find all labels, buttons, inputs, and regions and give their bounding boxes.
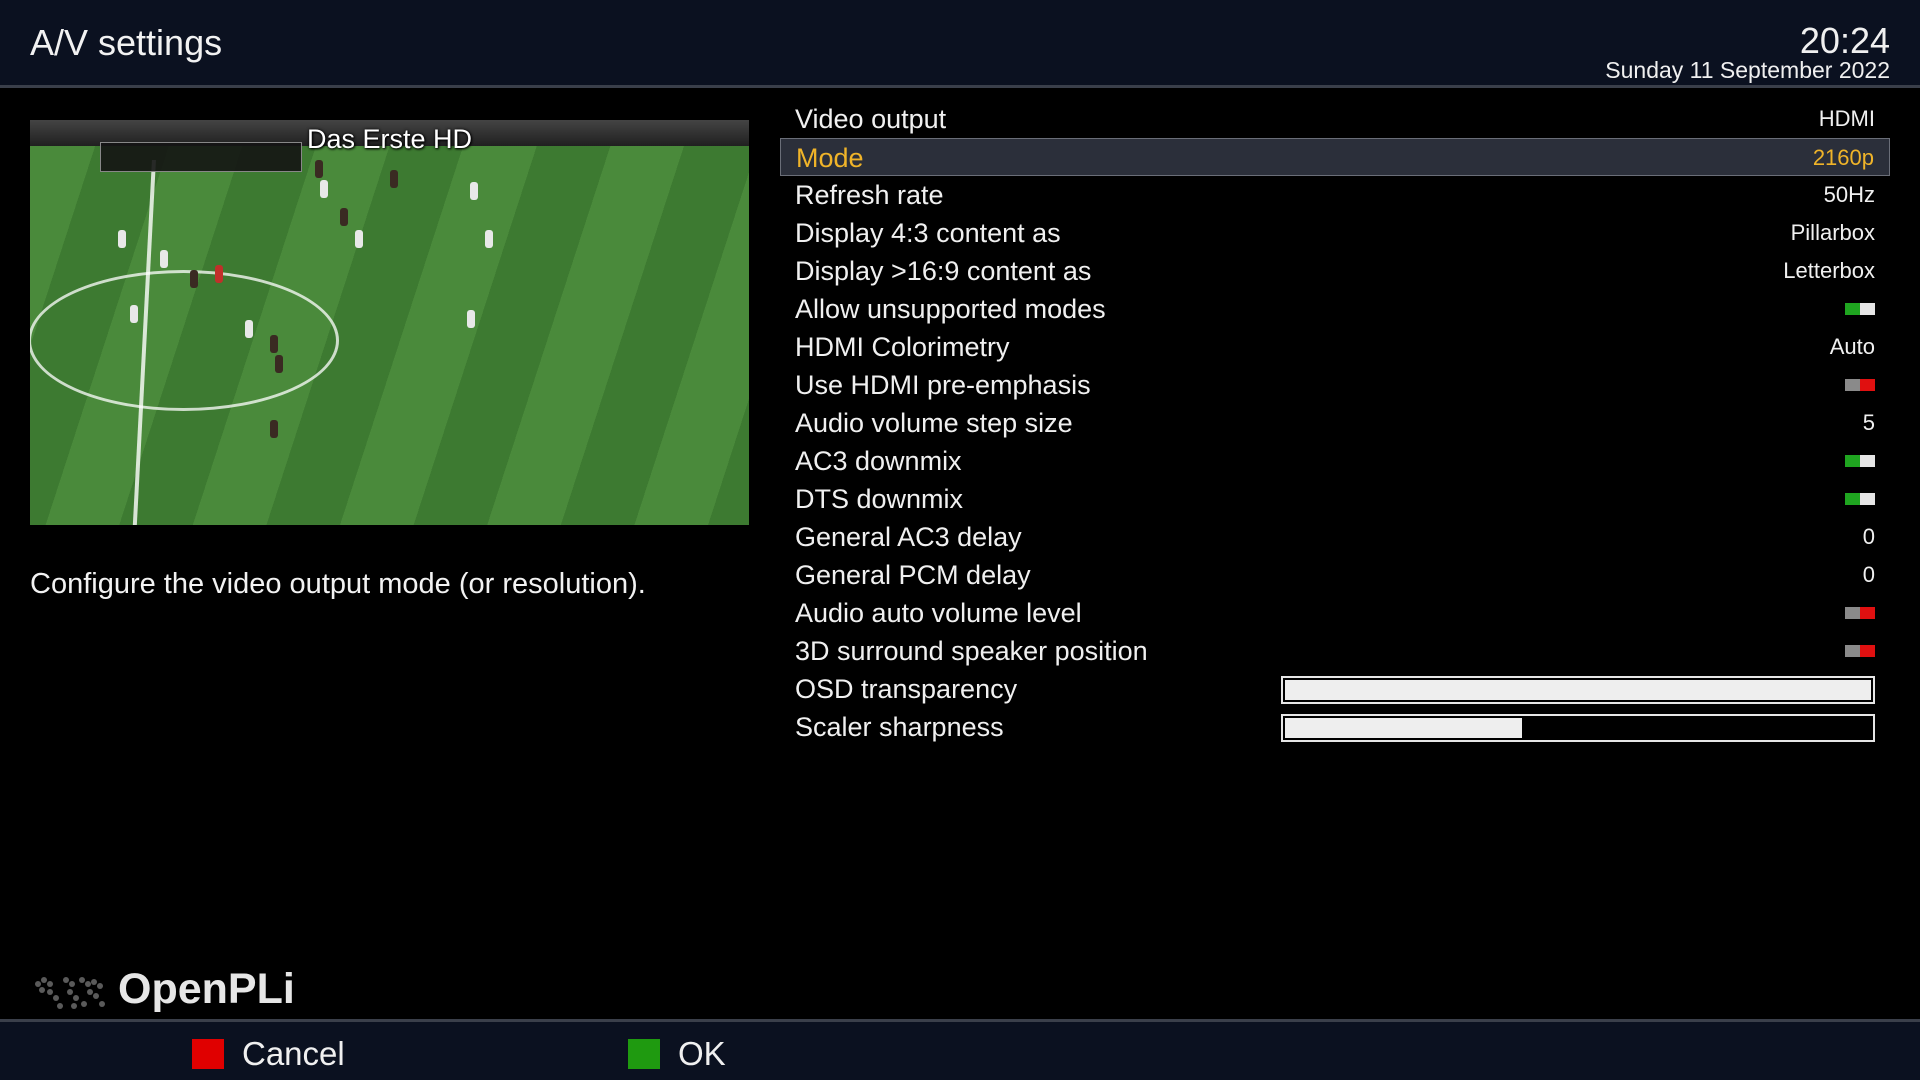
setting-label: 3D surround speaker position (795, 636, 1148, 666)
settings-row[interactable]: Audio auto volume level (780, 594, 1890, 632)
logo-text: OpenPLi (118, 965, 295, 1013)
toggle-off-icon (1845, 607, 1875, 619)
setting-label: Video output (795, 104, 947, 134)
green-key-icon (628, 1039, 660, 1069)
setting-value: 2160p (1812, 145, 1874, 170)
setting-value: 50Hz (1823, 182, 1875, 207)
channel-name: Das Erste HD (306, 124, 473, 154)
settings-row[interactable]: Display 4:3 content as Pillarbox (780, 214, 1890, 252)
player-figure (275, 355, 283, 373)
setting-label: General AC3 delay (795, 522, 1022, 552)
clock-time: 20:24 (1799, 20, 1890, 61)
setting-label: Audio auto volume level (795, 598, 1082, 628)
setting-label: General PCM delay (795, 560, 1031, 590)
help-text: Configure the video output mode (or reso… (30, 568, 646, 600)
settings-list: Video output HDMI Mode 2160p Refresh rate 50H… (780, 100, 1890, 746)
player-figure (470, 182, 478, 200)
settings-row[interactable]: AC3 downmix (780, 442, 1890, 480)
settings-row[interactable]: General PCM delay 0 (780, 556, 1890, 594)
player-figure (270, 335, 278, 353)
setting-label: Scaler sharpness (795, 712, 1004, 742)
video-preview: Das Erste HD (30, 120, 749, 525)
player-figure (160, 250, 168, 268)
slider-fill (1285, 680, 1871, 700)
footer-bar: Cancel OK (0, 1019, 1920, 1080)
setting-value: 0 (1862, 562, 1875, 587)
setting-label: Refresh rate (795, 180, 944, 210)
setting-value: Letterbox (1783, 258, 1875, 283)
settings-row[interactable]: Refresh rate 50Hz (780, 176, 1890, 214)
setting-value: Auto (1829, 334, 1875, 359)
settings-row[interactable]: Video output HDMI (780, 100, 1890, 138)
settings-row[interactable]: Mode 2160p (780, 138, 1890, 176)
settings-row[interactable]: OSD transparency (780, 670, 1890, 708)
cancel-button[interactable]: Cancel (192, 1035, 345, 1073)
setting-slider[interactable] (1281, 714, 1875, 742)
setting-label: Display >16:9 content as (795, 256, 1092, 286)
setting-label: Use HDMI pre-emphasis (795, 370, 1091, 400)
settings-row[interactable]: Scaler sharpness (780, 708, 1890, 746)
player-figure (355, 230, 363, 248)
setting-label: OSD transparency (795, 674, 1018, 704)
settings-row[interactable]: 3D surround speaker position (780, 632, 1890, 670)
setting-label: Allow unsupported modes (795, 294, 1106, 324)
settings-row[interactable]: DTS downmix (780, 480, 1890, 518)
player-figure (320, 180, 328, 198)
ok-button[interactable]: OK (628, 1035, 726, 1073)
world-map-icon (35, 977, 105, 1009)
player-figure (315, 160, 323, 178)
setting-value: 0 (1862, 524, 1875, 549)
page-title: A/V settings (30, 22, 223, 63)
toggle-off-icon (1845, 379, 1875, 391)
player-figure (215, 265, 223, 283)
player-figure (130, 305, 138, 323)
setting-label: Display 4:3 content as (795, 218, 1061, 248)
player-figure (390, 170, 398, 188)
setting-slider[interactable] (1281, 676, 1875, 704)
header-bar: A/V settings 20:24 Sunday 11 September 2… (0, 0, 1920, 88)
setting-value: Pillarbox (1790, 220, 1875, 245)
setting-value: 5 (1862, 410, 1875, 435)
toggle-on-icon (1845, 493, 1875, 505)
player-figure (485, 230, 493, 248)
pitch-center-circle (30, 270, 339, 411)
settings-row[interactable]: Use HDMI pre-emphasis (780, 366, 1890, 404)
settings-row[interactable]: General AC3 delay 0 (780, 518, 1890, 556)
red-key-icon (192, 1039, 224, 1069)
setting-label: HDMI Colorimetry (795, 332, 1010, 362)
slider-fill (1285, 718, 1522, 738)
settings-row[interactable]: Display >16:9 content as Letterbox (780, 252, 1890, 290)
toggle-off-icon (1845, 645, 1875, 657)
ok-label: OK (678, 1035, 726, 1072)
settings-row[interactable]: Allow unsupported modes (780, 290, 1890, 328)
player-figure (340, 208, 348, 226)
settings-row[interactable]: HDMI Colorimetry Auto (780, 328, 1890, 366)
player-figure (245, 320, 253, 338)
setting-value: HDMI (1818, 106, 1875, 131)
setting-label: Audio volume step size (795, 408, 1073, 438)
toggle-on-icon (1845, 303, 1875, 315)
player-figure (270, 420, 278, 438)
setting-label: DTS downmix (795, 484, 964, 514)
clock-date: Sunday 11 September 2022 (1605, 57, 1890, 83)
settings-row[interactable]: Audio volume step size 5 (780, 404, 1890, 442)
player-figure (118, 230, 126, 248)
setting-label: Mode (796, 143, 864, 173)
setting-label: AC3 downmix (795, 446, 962, 476)
player-figure (467, 310, 475, 328)
cancel-label: Cancel (242, 1035, 345, 1072)
player-figure (190, 270, 198, 288)
toggle-on-icon (1845, 455, 1875, 467)
